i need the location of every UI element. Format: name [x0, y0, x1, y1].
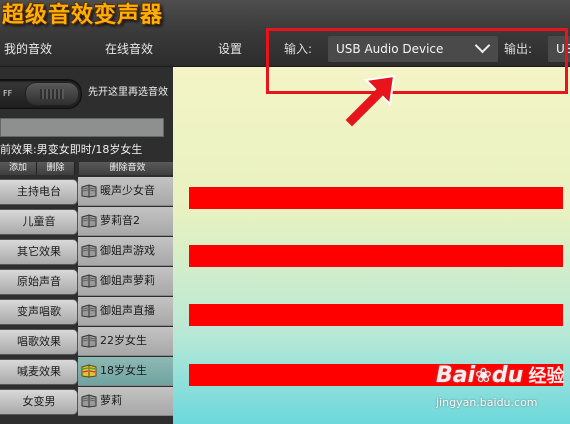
book-icon	[81, 304, 97, 318]
effect-label: 御姐声游戏	[100, 244, 155, 257]
effect-item[interactable]: 御姐声直播	[78, 297, 176, 326]
app-title: 超级音效变声器	[2, 3, 164, 28]
effects-panel: FF 先开这里再选音效 前效果:男变女即时/18岁女生 添加 删除 删除音效 主…	[0, 67, 177, 424]
effect-item[interactable]: 萝莉音2	[78, 207, 176, 236]
category-button[interactable]: 原始声音	[0, 269, 78, 295]
book-icon	[81, 184, 97, 198]
book-icon	[81, 394, 97, 408]
list-item: 其它效果 御姐声游戏	[0, 237, 176, 267]
book-icon	[81, 274, 97, 288]
book-icon	[81, 334, 97, 348]
redaction-bar	[189, 304, 563, 326]
toggle-hint: 先开这里再选音效	[88, 87, 168, 98]
effect-label: 22岁女生	[100, 334, 147, 347]
list-item: 儿童音 萝莉音2	[0, 207, 176, 237]
toggle-knob[interactable]	[25, 82, 79, 106]
effect-item[interactable]: 御姐声萝莉	[78, 267, 176, 296]
search-input[interactable]	[0, 118, 164, 137]
category-button[interactable]: 其它效果	[0, 239, 78, 265]
power-toggle[interactable]: FF	[0, 79, 82, 109]
effect-item[interactable]: 22岁女生	[78, 327, 176, 356]
book-icon	[81, 244, 97, 258]
tab-online-effects[interactable]: 在线音效	[105, 32, 153, 66]
category-button[interactable]: 喊麦效果	[0, 359, 78, 385]
effect-label: 御姐声直播	[100, 304, 155, 317]
category-button[interactable]: 儿童音	[0, 209, 78, 235]
baidu-jingyan-watermark: Bai❀du 经验 jingyan.baidu.com	[436, 362, 566, 410]
effect-label: 萝莉	[100, 394, 122, 407]
list-item: 主持电台 暖声少女音	[0, 177, 176, 207]
toggle-state-label: FF	[3, 89, 13, 98]
highlight-box	[266, 28, 568, 94]
effect-item[interactable]: 暖声少女音	[78, 177, 176, 206]
paw-icon: ❀	[475, 363, 492, 387]
column-delete[interactable]: 删除	[37, 162, 75, 175]
redaction-bar	[189, 245, 563, 267]
arrow-icon	[345, 74, 396, 127]
column-delete-effect[interactable]: 删除音效	[79, 162, 177, 175]
tab-my-effects[interactable]: 我的音效	[4, 32, 52, 66]
category-button[interactable]: 变声唱歌	[0, 299, 78, 325]
watermark-product: 经验	[528, 366, 565, 387]
effect-item[interactable]: 萝莉	[78, 387, 176, 416]
effect-label: 御姐声萝莉	[100, 274, 155, 287]
effect-label: 暖声少女音	[100, 184, 155, 197]
watermark-brand-2: du	[491, 363, 524, 388]
column-add[interactable]: 添加	[0, 162, 37, 175]
watermark-brand: Bai	[436, 363, 476, 388]
list-item: 女变男 萝莉	[0, 387, 176, 417]
list-item: 唱歌效果 22岁女生	[0, 327, 176, 357]
category-button[interactable]: 唱歌效果	[0, 329, 78, 355]
list-item: 原始声音 御姐声萝莉	[0, 267, 176, 297]
effect-label: 18岁女生	[100, 364, 147, 377]
app-window: 超级音效变声器 我的音效 在线音效 设置 输入: USB Audio Devic…	[0, 0, 570, 424]
watermark-url: jingyan.baidu.com	[436, 396, 538, 409]
current-effect: 前效果:男变女即时/18岁女生	[0, 143, 143, 156]
tab-settings[interactable]: 设置	[218, 32, 242, 66]
list-item: 变声唱歌 御姐声直播	[0, 297, 176, 327]
book-icon	[81, 214, 97, 228]
effect-item[interactable]: 御姐声游戏	[78, 237, 176, 266]
redaction-bar	[189, 187, 563, 209]
effect-item-selected[interactable]: 18岁女生	[78, 357, 176, 386]
category-button[interactable]: 女变男	[0, 389, 78, 415]
category-button[interactable]: 主持电台	[0, 179, 78, 205]
book-icon-active	[81, 364, 97, 378]
list-item: 喊麦效果 18岁女生	[0, 357, 176, 387]
effect-label: 萝莉音2	[100, 214, 140, 227]
